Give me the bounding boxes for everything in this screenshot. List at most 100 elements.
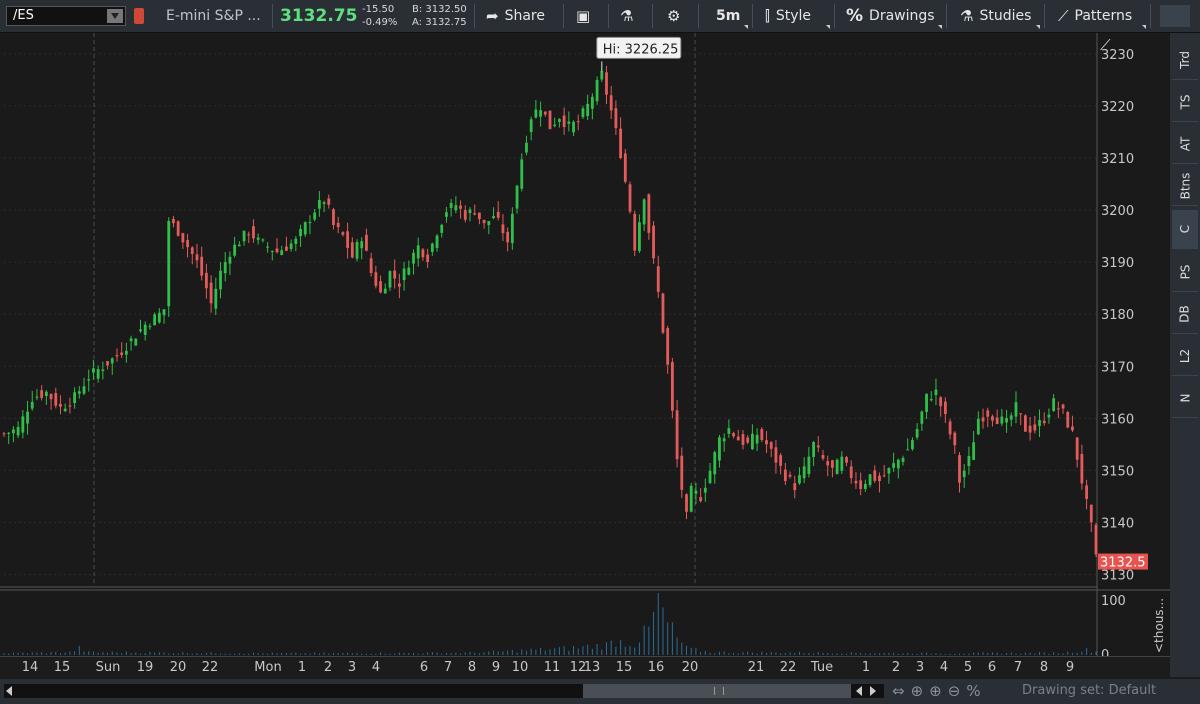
tab-trd[interactable]: Trd [1172,41,1198,80]
candle-body [543,111,547,115]
x-tick-label: 19 [136,660,154,675]
flag-icon[interactable] [134,8,144,24]
candle-body [482,219,486,224]
separator [946,4,947,28]
candle-body [882,475,886,477]
tab-btns[interactable]: Btns [1172,167,1198,206]
settings-button[interactable]: ⚙ [667,0,686,32]
tab-n[interactable]: N [1172,379,1198,418]
scroll-left-icon[interactable] [6,686,12,696]
symbol-dropdown-button[interactable] [107,9,123,23]
candle-body [892,463,896,468]
x-tick-label: 21 [747,660,765,675]
percent-icon[interactable]: % [966,682,986,700]
candle-body [322,202,326,204]
high-annotation: Hi: 3226.25 [603,42,679,57]
candle-body [1052,398,1056,411]
candle-body [463,210,467,220]
tab-label: Trd [1178,51,1192,69]
candle-body [685,494,688,512]
tab-at[interactable]: AT [1172,125,1198,164]
candle-body [332,209,335,226]
y-tick-label: 3220 [1101,100,1134,115]
candle-body [157,312,161,323]
candle-body [247,234,251,236]
candle-body [209,282,213,304]
candle-body [553,124,557,126]
candle-body [699,497,703,502]
overflow-button[interactable] [1160,0,1190,32]
studies-label: Studies [979,8,1032,24]
candle-body [501,224,505,234]
flask-button[interactable]: ⚗ [620,0,639,32]
x-tick-label: 14 [21,660,39,675]
tab-label: AT [1177,136,1192,152]
candle-body [736,436,740,441]
candle-body [2,433,6,435]
symbol-input[interactable]: /ES [6,6,126,26]
candle-body [821,455,825,459]
volume-axis-label: <thous... [1152,598,1166,653]
candle-body [195,254,199,261]
snapshot-button[interactable]: ▣ [576,0,596,32]
candle-body [976,418,980,435]
candle-body [600,70,604,80]
candle-body [868,474,872,485]
candle-body [798,475,801,484]
candle-body [355,242,359,259]
y-tick-label: 3200 [1101,204,1134,219]
tab-db[interactable]: DB [1172,295,1198,334]
zoom-tools[interactable]: ⇔⊕⊕⊖% [892,682,987,700]
tab-c[interactable]: C [1172,210,1198,249]
candle-body [317,200,321,209]
candle-body [605,72,608,95]
drawing-set-label[interactable]: Drawing set: Default [1022,683,1156,698]
candle-body [586,103,590,117]
x-tick-label: 11 [543,660,561,675]
last-price: 3132.75 [280,6,358,26]
candle-body [261,239,265,241]
candle-body [661,293,665,333]
scroll-back-icon[interactable] [856,686,862,696]
timeframe-button[interactable]: 5m [716,0,740,32]
drawings-button[interactable]: % Drawings [846,0,935,32]
candle-body [962,470,966,478]
candle-body [393,270,397,279]
separator [752,4,753,28]
tab-l2[interactable]: L2 [1172,337,1198,376]
candle-body [374,272,378,286]
candle-body [765,440,768,445]
tab-ps[interactable]: PS [1172,253,1198,292]
candle-body [854,480,858,484]
candle-body [638,222,641,252]
crosshair-icon[interactable]: ⊕ [911,682,930,700]
pan-icon[interactable]: ⇔ [892,682,911,700]
candle-body [510,213,514,244]
scroll-right-icon[interactable] [870,686,876,696]
patterns-button[interactable]: ⟋ Patterns [1058,0,1132,32]
zoom-out-icon[interactable]: ⊖ [948,682,967,700]
candle-body [16,426,20,436]
candle-body [303,222,307,235]
share-button[interactable]: ➦ Share [486,0,545,32]
study-icon[interactable]: ⟋ [1100,36,1111,54]
candle-body [783,469,787,482]
price-chart[interactable]: 3130 3140 3150 3160 3170 3180 3190 3200 3210 3220… [0,33,1170,656]
candle-body [614,108,618,129]
style-button[interactable]: ⫿ Style [765,0,811,32]
tab-ts[interactable]: TS [1172,83,1198,122]
symbol-text: /ES [13,8,34,23]
x-tick-label: 20 [169,660,187,675]
zoom-in-icon[interactable]: ⊕ [929,682,948,700]
x-tick-label: 5 [963,660,973,675]
candle-body [468,209,472,214]
x-tick-label: 8 [467,660,477,675]
candle-body [840,456,844,471]
candle-body [1014,402,1018,417]
right-side-tabs: Trd TS AT Btns C PS DB L2 N [1170,33,1200,677]
studies-button[interactable]: ⚗ Studies [960,0,1031,32]
candle-body [572,121,575,133]
candle-body [228,256,232,264]
x-tick-label: 6 [987,660,997,675]
candle-body [40,390,44,398]
